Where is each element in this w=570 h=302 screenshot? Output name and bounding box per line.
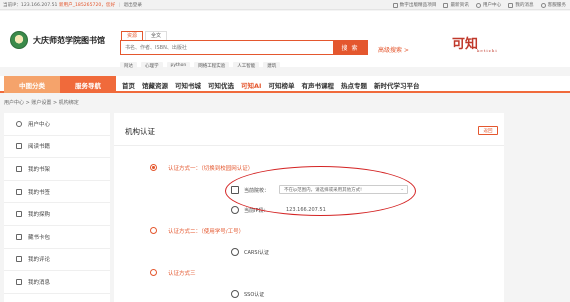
headset-icon — [540, 2, 546, 8]
nav-item-learning-platform[interactable]: 新时代学习平台 — [374, 80, 420, 90]
tab-resources[interactable]: 资源 — [121, 31, 144, 40]
nav-item-selection[interactable]: 可知优选 — [208, 80, 234, 90]
sidebar-item-comments[interactable]: 我的评论 — [4, 249, 110, 272]
nav-item-home[interactable]: 首页 — [122, 80, 135, 90]
top-bar-left: 当前IP：123.166.207.51 新用户_185265720，您好 | 退… — [3, 2, 142, 8]
hotword[interactable]: python — [166, 62, 191, 70]
search-input[interactable] — [121, 41, 333, 54]
sidebar-item-purchases[interactable]: 我的探购 — [4, 203, 110, 226]
hotword[interactable]: 心理学 — [141, 62, 163, 70]
main-panel: 机构认证 返回 认证方式一：（切换到校园网认证） 当前院校： 不在ip范围内，请… — [114, 113, 504, 302]
main-nav: 中图分类 服务导航 首页 馆藏资源 可知书城 可知优选 可知AI 可知榜单 有声… — [0, 76, 570, 93]
method-1-radio[interactable] — [150, 164, 157, 171]
method-3-label[interactable]: 认证方式三 — [168, 269, 196, 277]
sidebar-item-messages[interactable]: 我的消息 — [4, 271, 110, 294]
user-center-link[interactable]: 用户中心 — [475, 2, 501, 8]
method-1-label[interactable]: 认证方式一：（切换到校园网认证） — [168, 164, 253, 172]
ip-icon — [231, 206, 239, 214]
news-icon — [443, 2, 449, 8]
search-tabs: 资源 全文 — [121, 31, 168, 40]
hotword[interactable]: 建筑 — [263, 62, 281, 70]
sidebar-item-label: 我的探购 — [28, 212, 51, 219]
user-icon — [475, 2, 481, 8]
hotwords: 阿达 心理学 python 网络工程实验 人工智能 建筑 — [120, 62, 281, 70]
page-title: 机构认证 — [125, 127, 155, 136]
sidebar-item-label: 我的评论 — [28, 257, 51, 264]
search-box: 搜 索 — [120, 40, 368, 55]
book-icon — [16, 143, 22, 150]
username-link[interactable]: 新用户_185265720，您好 — [59, 3, 115, 8]
sidebar-item-card-pack[interactable]: 藏书卡包 — [4, 226, 110, 249]
sso-auth-link[interactable]: SSO认证 — [244, 291, 264, 298]
nav-item-ranking[interactable]: 可知榜单 — [268, 80, 294, 90]
tab-fulltext[interactable]: 全文 — [145, 31, 168, 40]
highlight-annotation — [225, 166, 416, 216]
customer-service-link[interactable]: 客服服务 — [540, 2, 566, 8]
nav-item-ai[interactable]: 可知AI — [241, 80, 261, 90]
bookshelf-icon — [16, 165, 22, 172]
message-icon — [16, 278, 22, 285]
top-bar-links: 数字出版精品项目 最新资讯 用户中心 我的消息 客服服务 — [392, 2, 566, 8]
divider — [114, 145, 504, 146]
publishing-project-link[interactable]: 数字出版精品项目 — [392, 2, 436, 8]
nav-items: 首页 馆藏资源 可知书城 可知优选 可知AI 可知榜单 有声书课程 热点专题 新… — [122, 76, 419, 93]
current-ip-text: 当前IP：123.166.207.51 — [3, 3, 58, 8]
library-name: 大庆师范学院图书馆 — [33, 36, 105, 45]
method-3-radio[interactable] — [150, 269, 157, 276]
hotword[interactable]: 网络工程实验 — [194, 62, 230, 70]
sidebar-item-label: 我的消息 — [28, 279, 51, 286]
library-logo[interactable] — [10, 31, 28, 49]
nav-item-audio-courses[interactable]: 有声书课程 — [301, 80, 334, 90]
sidebar: 用户中心 阅读书籍 我的书架 我的书签 我的探购 藏书卡包 我的评论 我的消息 — [4, 113, 110, 302]
sso-icon — [231, 290, 239, 298]
bookmark-icon — [16, 188, 22, 195]
method-2-label[interactable]: 认证方式二：（使用学号/工号） — [168, 227, 244, 235]
nav-item-bookstore[interactable]: 可知书城 — [175, 80, 201, 90]
header: 大庆师范学院图书馆 资源 全文 搜 索 阿达 心理学 python 网络工程实验… — [0, 11, 570, 70]
brand-logo[interactable]: 可知 ketizhi — [452, 33, 497, 53]
brand-subtitle: ketizhi — [477, 48, 498, 53]
messages-link[interactable]: 我的消息 — [508, 2, 534, 8]
logout-link[interactable]: 退出登录 — [124, 3, 142, 8]
back-button[interactable]: 返回 — [478, 126, 498, 135]
sidebar-item-bookmarks[interactable]: 我的书签 — [4, 181, 110, 204]
mail-icon — [508, 2, 514, 8]
sidebar-item-label: 藏书卡包 — [28, 234, 51, 241]
top-bar: 当前IP：123.166.207.51 新用户_185265720，您好 | 退… — [0, 0, 570, 10]
sidebar-item-label: 用户中心 — [28, 121, 51, 128]
carsi-icon — [231, 248, 239, 256]
sidebar-item-label: 我的书签 — [28, 189, 51, 196]
monitor-icon — [392, 2, 398, 8]
sidebar-item-label: 我的书架 — [28, 166, 51, 173]
carsi-auth-link[interactable]: CARSI认证 — [244, 249, 269, 256]
sidebar-item-bookshelf[interactable]: 我的书架 — [4, 158, 110, 181]
method-2-radio[interactable] — [150, 227, 157, 234]
nav-item-collection[interactable]: 馆藏资源 — [142, 80, 168, 90]
sidebar-item-label: 阅读书籍 — [28, 144, 51, 151]
hotword[interactable]: 阿达 — [120, 62, 137, 70]
nav-category-service[interactable]: 服务导航 — [60, 76, 116, 93]
comment-icon — [16, 256, 22, 263]
sidebar-item-user-center[interactable]: 用户中心 — [4, 113, 110, 136]
search-button[interactable]: 搜 索 — [333, 41, 367, 54]
breadcrumb: 用户中心 > 账户设置 > 机构绑定 — [4, 100, 79, 106]
separator: | — [118, 3, 121, 8]
nav-category-classification[interactable]: 中图分类 — [4, 76, 60, 93]
user-icon — [16, 120, 22, 127]
nav-item-hot-topics[interactable]: 热点专题 — [341, 80, 367, 90]
cart-icon — [16, 211, 22, 218]
brand-name: 可知 — [452, 37, 479, 52]
sidebar-item-reading[interactable]: 阅读书籍 — [4, 136, 110, 159]
card-icon — [16, 233, 22, 240]
hotword[interactable]: 人工智能 — [233, 62, 260, 70]
news-link[interactable]: 最新资讯 — [443, 2, 469, 8]
advanced-search-link[interactable]: 高级搜索 > — [378, 45, 409, 54]
